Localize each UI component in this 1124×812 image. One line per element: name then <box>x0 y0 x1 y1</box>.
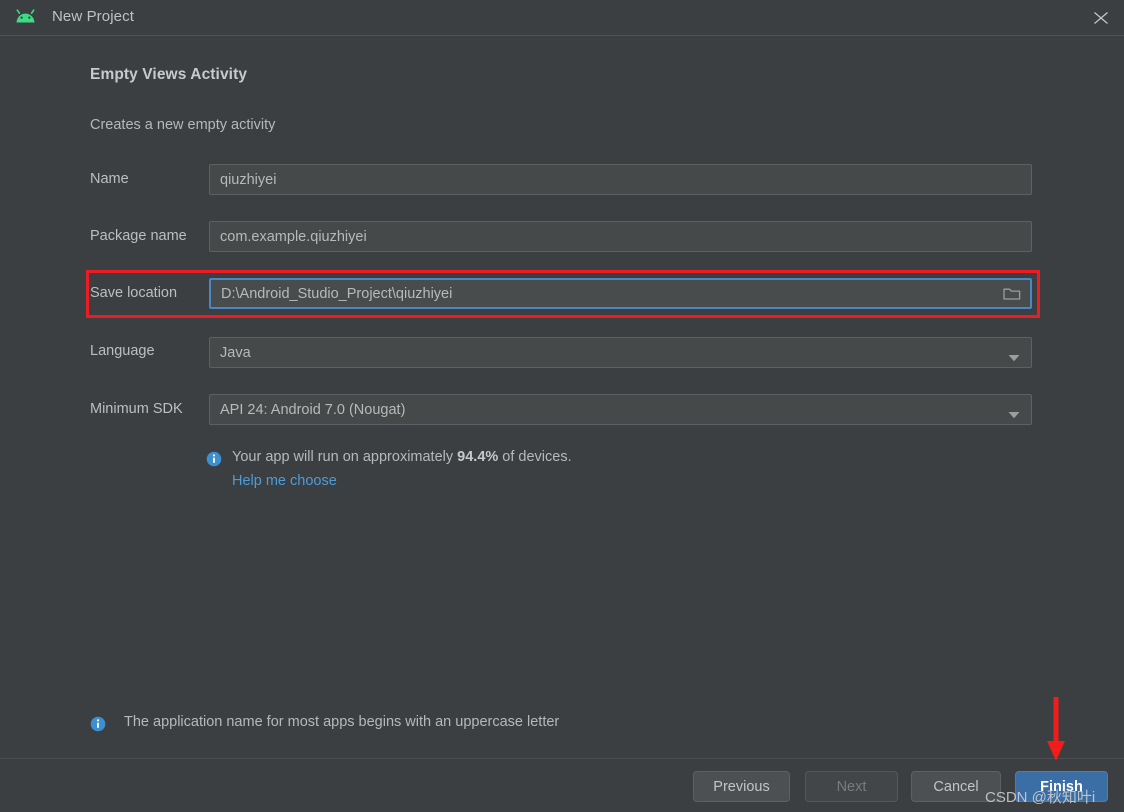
info-icon <box>90 716 106 732</box>
next-button[interactable]: Next <box>805 771 898 802</box>
label-package-name: Package name <box>90 228 187 244</box>
cancel-button[interactable]: Cancel <box>911 771 1001 802</box>
previous-button[interactable]: Previous <box>693 771 790 802</box>
package-name-input[interactable] <box>209 221 1032 252</box>
label-name: Name <box>90 171 129 187</box>
new-project-dialog: New Project Empty Views Activity Creates… <box>0 0 1124 812</box>
title-bar: New Project <box>0 0 1124 36</box>
coverage-prefix: Your app will run on approximately <box>232 449 458 465</box>
page-title: Empty Views Activity <box>90 66 248 83</box>
page-subtitle: Creates a new empty activity <box>90 117 276 133</box>
finish-button[interactable]: Finish <box>1015 771 1108 802</box>
label-save-location: Save location <box>90 285 178 301</box>
name-input[interactable] <box>209 164 1032 195</box>
close-icon[interactable] <box>1078 0 1124 36</box>
android-robot-icon <box>14 9 40 29</box>
dialog-content: Empty Views Activity Creates a new empty… <box>0 36 1124 758</box>
dialog-footer: Previous Next Cancel Finish <box>0 758 1124 812</box>
minimum-sdk-select[interactable] <box>209 394 1032 425</box>
hint-text: The application name for most apps begin… <box>124 714 560 730</box>
label-minimum-sdk: Minimum SDK <box>90 401 183 417</box>
coverage-percent: 94.4% <box>457 449 499 465</box>
language-select[interactable] <box>209 337 1032 368</box>
save-location-input[interactable] <box>209 278 1032 309</box>
info-icon <box>206 451 222 467</box>
label-language: Language <box>90 343 155 359</box>
window-title: New Project <box>52 8 134 25</box>
help-me-choose-link[interactable]: Help me choose <box>232 473 337 489</box>
coverage-suffix: of devices. <box>498 449 572 465</box>
